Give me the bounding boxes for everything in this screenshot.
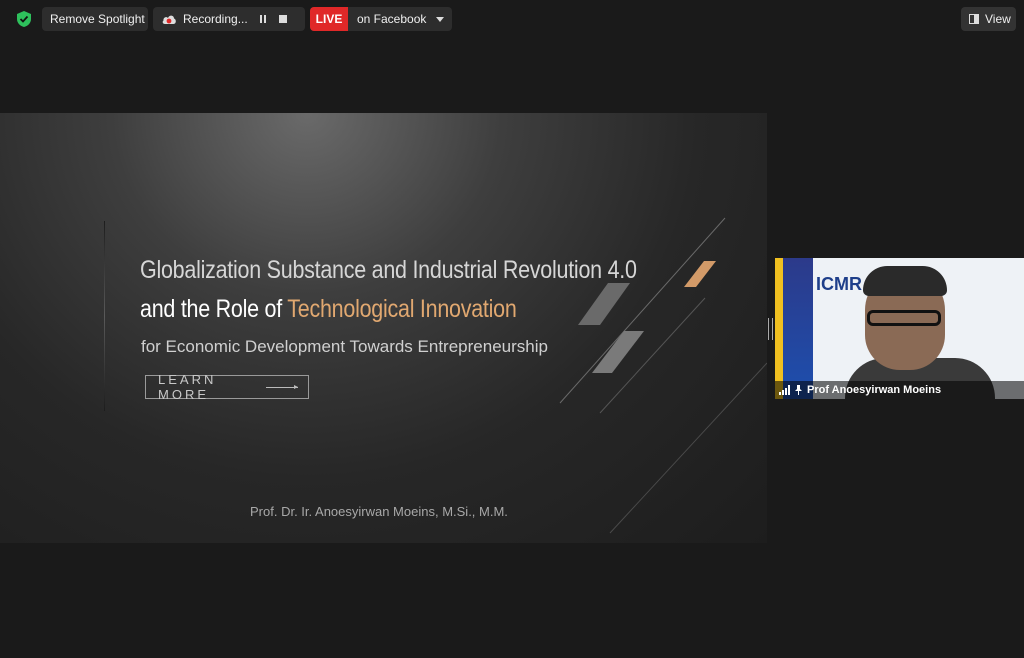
security-shield-icon[interactable]: [14, 9, 34, 29]
resize-handle[interactable]: [768, 318, 773, 340]
stop-recording-button[interactable]: [273, 9, 293, 29]
view-layout-icon: [969, 14, 979, 24]
learn-more-label: LEARN MORE: [158, 372, 217, 402]
participant-name: Prof Anoesyirwan Moeins: [807, 384, 942, 396]
pin-icon: [795, 385, 802, 395]
live-badge: LIVE: [310, 7, 348, 31]
participant-glasses: [867, 310, 941, 326]
remove-spotlight-label: Remove Spotlight: [50, 12, 145, 26]
background-title: ICMR: [816, 274, 862, 294]
participant-video-tile[interactable]: ICMR Prof Anoesyirwan Moeins: [775, 258, 1024, 399]
slide-title-line1: Globalization Substance and Industrial R…: [140, 256, 637, 284]
slide-decorative-shapes: [559, 217, 767, 534]
chevron-down-icon[interactable]: [436, 16, 444, 22]
pause-icon: [260, 15, 262, 23]
recording-status-label: Recording...: [183, 12, 248, 26]
pause-recording-button[interactable]: [253, 9, 273, 29]
recording-control: Recording...: [153, 7, 305, 31]
live-target-label: on Facebook: [357, 12, 427, 26]
remove-spotlight-button[interactable]: Remove Spotlight: [42, 7, 148, 31]
learn-more-button: LEARN MORE: [145, 372, 309, 402]
slide-title-line2-prefix: and the Role of: [140, 295, 288, 323]
participant-name-bar: Prof Anoesyirwan Moeins: [775, 381, 1024, 399]
cloud-record-icon: [162, 15, 176, 24]
signal-strength-icon: [779, 385, 790, 395]
slide-author: Prof. Dr. Ir. Anoesyirwan Moeins, M.Si.,…: [250, 504, 508, 519]
slide-title-line2: and the Role of Technological Innovation: [140, 295, 517, 324]
view-label: View: [985, 12, 1011, 26]
slide-title-highlight: Technological Innovation: [287, 295, 517, 323]
meeting-toolbar: Remove Spotlight Recording... LIVE on Fa…: [0, 0, 1024, 40]
slide-subtitle: for Economic Development Towards Entrepr…: [141, 337, 548, 356]
view-button[interactable]: View: [961, 7, 1016, 31]
stop-icon: [279, 15, 287, 23]
live-stream-control[interactable]: LIVE on Facebook: [310, 7, 452, 31]
shared-screen-slide: Globalization Substance and Industrial R…: [0, 113, 767, 543]
arrow-right-icon: [266, 384, 298, 389]
